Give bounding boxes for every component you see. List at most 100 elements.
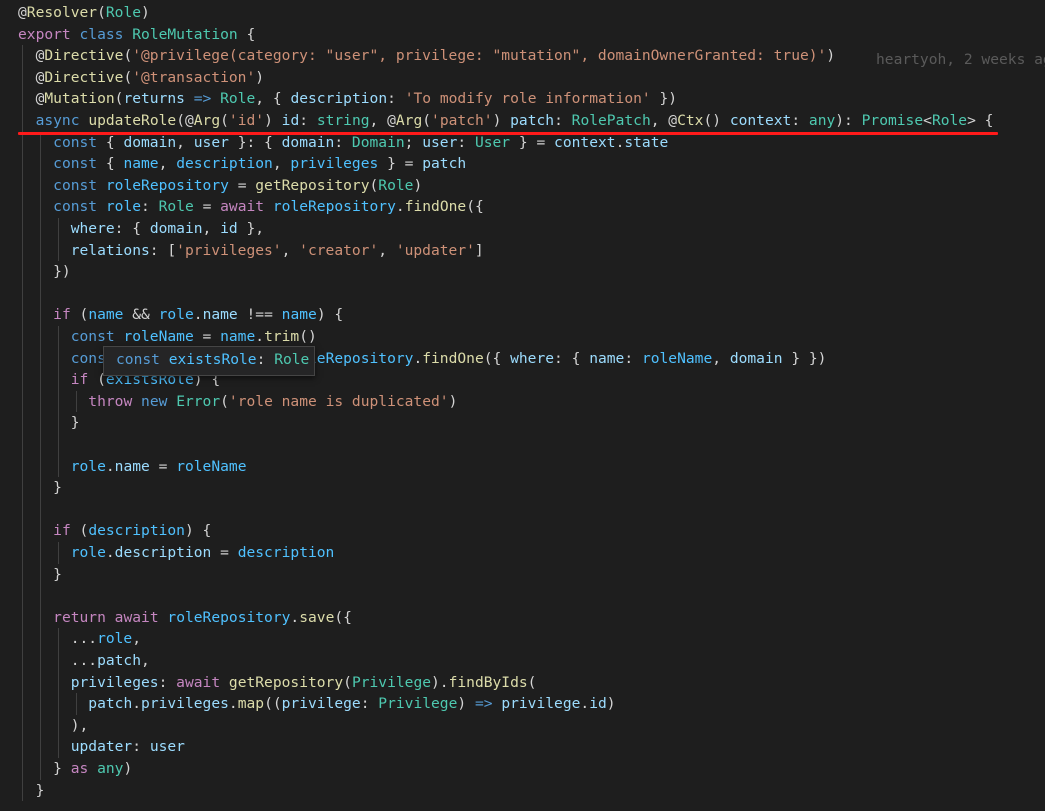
code-line[interactable]: } bbox=[0, 564, 1045, 586]
code-line[interactable]: ), bbox=[0, 715, 1045, 737]
code-token: ) bbox=[255, 68, 265, 86]
code-token: domain bbox=[123, 133, 177, 151]
code-token: ): bbox=[835, 112, 862, 129]
code-token: , bbox=[176, 133, 194, 151]
code-token: . bbox=[105, 544, 115, 561]
code-line[interactable]: role.name = roleName bbox=[0, 456, 1045, 478]
code-token: > { bbox=[967, 112, 994, 129]
code-token: Role bbox=[378, 176, 414, 194]
code-token: . bbox=[132, 695, 142, 713]
code-token: , bbox=[141, 652, 150, 669]
code-token: : bbox=[360, 695, 379, 713]
hover-sep: : bbox=[256, 351, 275, 368]
code-line[interactable]: relations: ['privileges', 'creator', 'up… bbox=[0, 240, 1045, 262]
code-token: privileges bbox=[70, 673, 159, 691]
code-token: const bbox=[70, 328, 115, 345]
code-token: } bbox=[18, 414, 80, 432]
code-token: role bbox=[97, 630, 133, 648]
code-line[interactable]: const { name, description, privileges } … bbox=[0, 153, 1045, 175]
code-token: 'role name is duplicated' bbox=[228, 392, 449, 410]
code-token: , bbox=[272, 155, 291, 173]
code-line[interactable]: updater: user bbox=[0, 736, 1045, 758]
code-line[interactable] bbox=[0, 499, 1045, 521]
code-line[interactable]: privileges: await getRepository(Privileg… bbox=[0, 672, 1045, 694]
code-line[interactable]: ...patch, bbox=[0, 650, 1045, 672]
code-token: roleRepository bbox=[105, 176, 229, 194]
code-line[interactable]: const roleRepository = getRepository(Rol… bbox=[0, 175, 1045, 197]
code-token: @ bbox=[18, 47, 45, 65]
code-token: 'creator' bbox=[299, 241, 379, 259]
code-token: ( bbox=[343, 673, 352, 691]
code-line[interactable]: @Resolver(Role) bbox=[0, 2, 1045, 24]
code-token: id bbox=[589, 695, 607, 713]
code-token: . bbox=[105, 457, 115, 475]
code-line[interactable]: patch.privileges.map((privilege: Privile… bbox=[0, 693, 1045, 715]
code-line[interactable]: } as any) bbox=[0, 758, 1045, 780]
code-token: user bbox=[193, 133, 229, 151]
code-token: '@privilege(category: "user", privilege:… bbox=[132, 47, 827, 65]
code-line[interactable] bbox=[0, 283, 1045, 305]
code-line[interactable]: where: { domain, id }, bbox=[0, 218, 1045, 240]
code-token: = bbox=[228, 176, 256, 194]
code-token: roleRepository bbox=[167, 608, 291, 626]
code-line[interactable] bbox=[0, 585, 1045, 607]
code-line[interactable]: if (description) { bbox=[0, 520, 1045, 542]
code-line[interactable]: } bbox=[0, 412, 1045, 434]
code-line[interactable]: throw new Error('role name is duplicated… bbox=[0, 391, 1045, 413]
code-line[interactable]: } bbox=[0, 477, 1045, 499]
code-token: ] bbox=[474, 241, 484, 259]
code-token: Role bbox=[220, 90, 256, 108]
code-line[interactable]: } bbox=[0, 780, 1045, 802]
code-token: @ bbox=[18, 90, 45, 108]
code-token: : { bbox=[554, 349, 590, 367]
code-token: : bbox=[132, 738, 150, 756]
code-token: Directive bbox=[44, 68, 124, 86]
code-token: privileges bbox=[141, 695, 229, 713]
code-line[interactable] bbox=[0, 434, 1045, 456]
code-token: ) bbox=[606, 695, 616, 713]
code-token: const bbox=[53, 155, 98, 173]
code-editor[interactable]: @Resolver(Role) export class RoleMutation… bbox=[0, 0, 1045, 811]
code-line[interactable]: if (name && role.name !== name) { bbox=[0, 304, 1045, 326]
code-line[interactable]: const roleName = name.trim() bbox=[0, 326, 1045, 348]
code-token: : bbox=[554, 112, 572, 129]
code-token: roleName bbox=[123, 328, 194, 345]
code-line[interactable]: ...role, bbox=[0, 628, 1045, 650]
code-token: } bbox=[18, 760, 71, 777]
code-token: relations bbox=[70, 241, 150, 259]
code-line[interactable]: export class RoleMutation { bbox=[0, 24, 1045, 46]
code-token: name bbox=[589, 349, 625, 367]
code-token: } = bbox=[378, 155, 423, 173]
code-token: new bbox=[141, 392, 168, 410]
code-token: ) bbox=[826, 47, 836, 65]
code-token: ({ bbox=[483, 349, 511, 367]
code-line[interactable]: const role: Role = await roleRepository.… bbox=[0, 196, 1045, 218]
code-line[interactable]: }) bbox=[0, 261, 1045, 283]
code-line[interactable]: @Mutation(returns => Role, { description… bbox=[0, 88, 1045, 110]
code-token: , bbox=[712, 349, 730, 367]
code-token: Role bbox=[931, 112, 968, 129]
code-line[interactable]: return await roleRepository.save({ bbox=[0, 607, 1045, 629]
code-token: privileges bbox=[290, 155, 379, 173]
code-token: description bbox=[88, 522, 185, 540]
code-token: ). bbox=[431, 673, 449, 691]
code-token: name bbox=[220, 328, 256, 345]
code-token: , bbox=[281, 241, 300, 259]
code-token: description bbox=[237, 544, 335, 561]
code-line[interactable]: async updateRole(@Arg('id') id: string, … bbox=[0, 110, 1045, 132]
code-token: 'To modify role information' bbox=[404, 90, 651, 108]
code-token: , bbox=[202, 220, 221, 237]
code-line[interactable]: role.description = description bbox=[0, 542, 1045, 564]
code-token: where bbox=[510, 349, 555, 367]
